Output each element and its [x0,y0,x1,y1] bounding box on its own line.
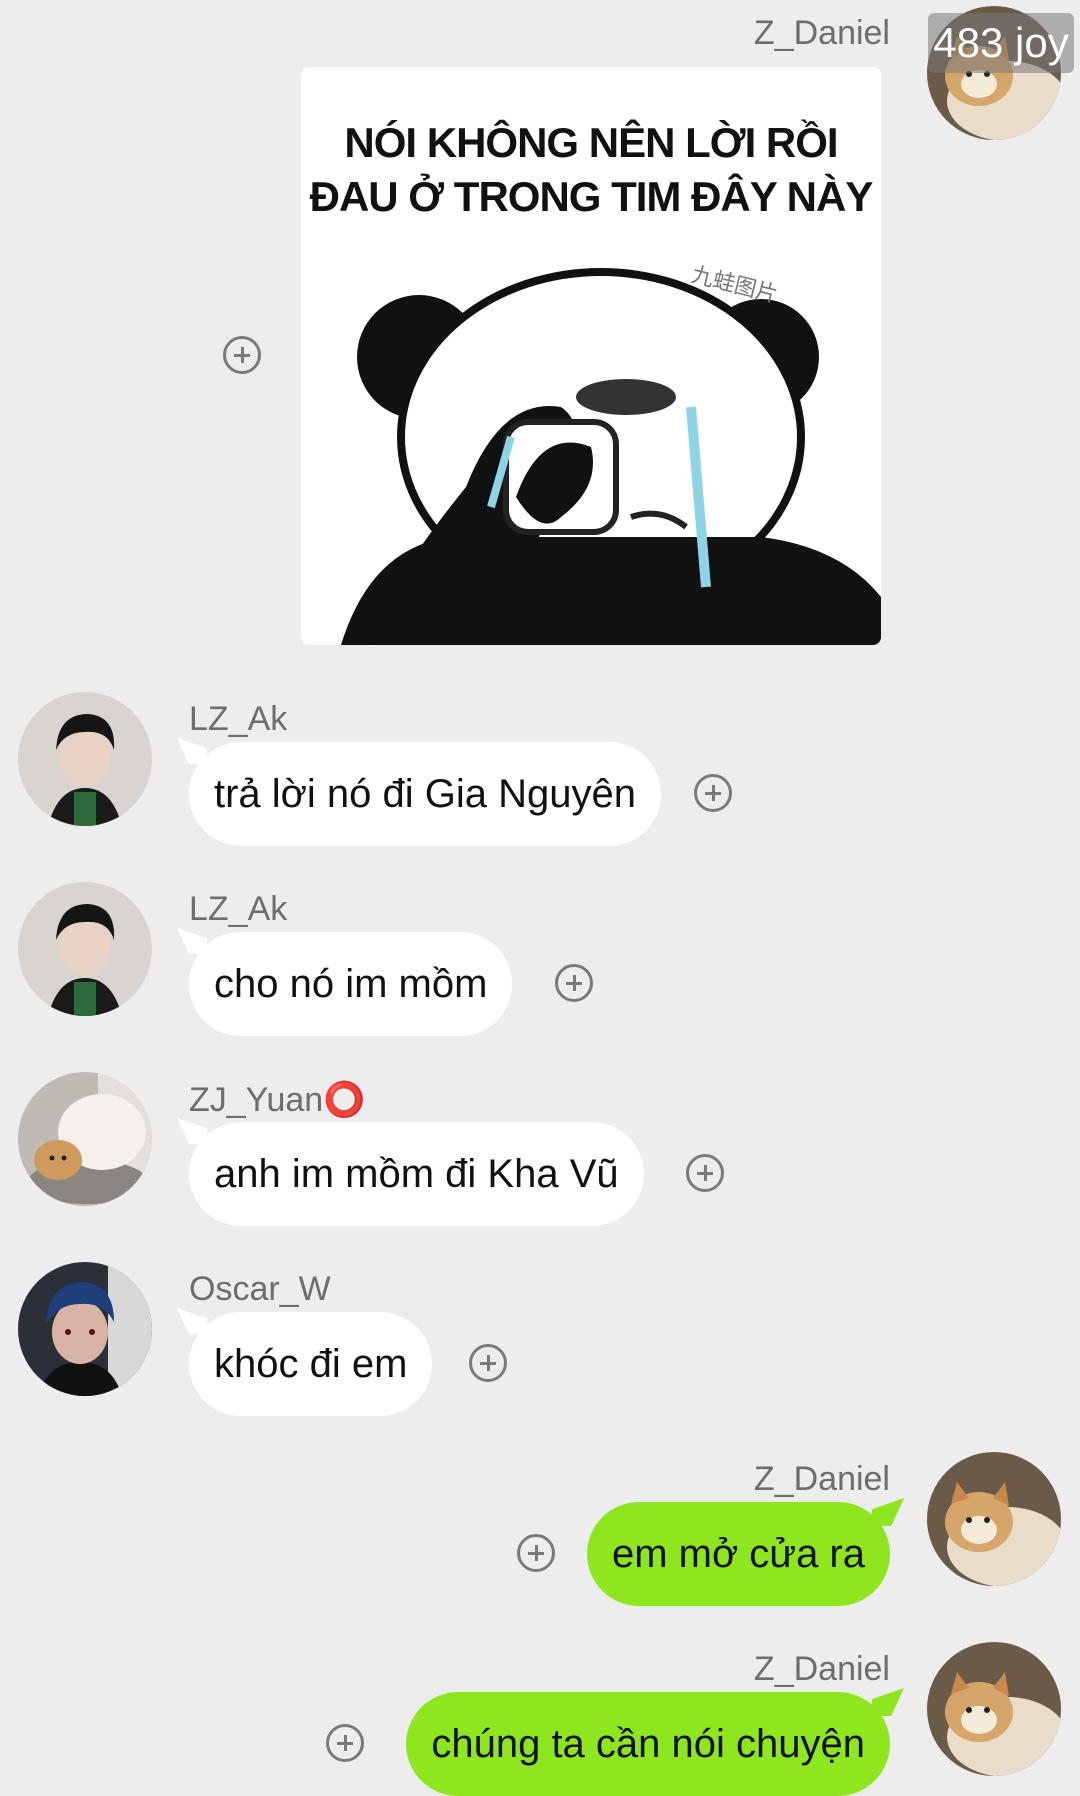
plus-circle-icon[interactable] [469,1344,507,1382]
avatar-z-daniel[interactable] [927,1642,1061,1776]
sender-name: LZ_Ak [189,890,288,928]
sender-name: ZJ_Yuan⭕ [189,1081,366,1119]
message-bubble[interactable]: chúng ta cần nói chuyện [406,1692,890,1796]
sender-name: Z_Daniel [753,1650,890,1688]
avatar-lz-ak[interactable] [18,692,152,826]
sender-name: Oscar_W [189,1270,331,1308]
message-bubble[interactable]: em mở cửa ra [586,1502,890,1606]
person-avatar-image [18,1262,152,1396]
message-bubble[interactable]: anh im mồm đi Kha Vũ [189,1122,644,1226]
message-bubble[interactable]: khóc đi em [189,1312,433,1416]
joy-count-badge: 483 joy [928,13,1074,73]
plus-circle-icon[interactable] [555,964,593,1002]
crying-panda-illustration [341,268,881,645]
person-avatar-image [18,882,152,1016]
person-avatar-image [18,692,152,826]
plus-circle-icon[interactable] [694,774,732,812]
avatar-lz-ak[interactable] [18,882,152,1016]
avatar-zj-yuan[interactable] [18,1072,152,1206]
plus-circle-icon[interactable] [223,336,261,374]
message-bubble[interactable]: trả lời nó đi Gia Nguyên [189,742,661,846]
avatar-z-daniel[interactable] [927,1452,1061,1586]
plus-circle-icon[interactable] [517,1534,555,1572]
panda-sticker-image[interactable]: NÓI KHÔNG NÊN LỜI RỒI ĐAU Ở TRONG TIM ĐÂ… [301,67,881,645]
plus-circle-icon[interactable] [326,1724,364,1762]
sender-name: LZ_Ak [189,700,288,738]
cat-avatar-image [927,1452,1061,1586]
cat-avatar-image [18,1072,152,1206]
sender-name: Z_Daniel [753,14,890,52]
avatar-oscar-w[interactable] [18,1262,152,1396]
message-bubble[interactable]: cho nó im mồm [189,932,513,1036]
plus-circle-icon[interactable] [686,1154,724,1192]
cat-avatar-image [927,1642,1061,1776]
sender-name: Z_Daniel [753,1460,890,1498]
